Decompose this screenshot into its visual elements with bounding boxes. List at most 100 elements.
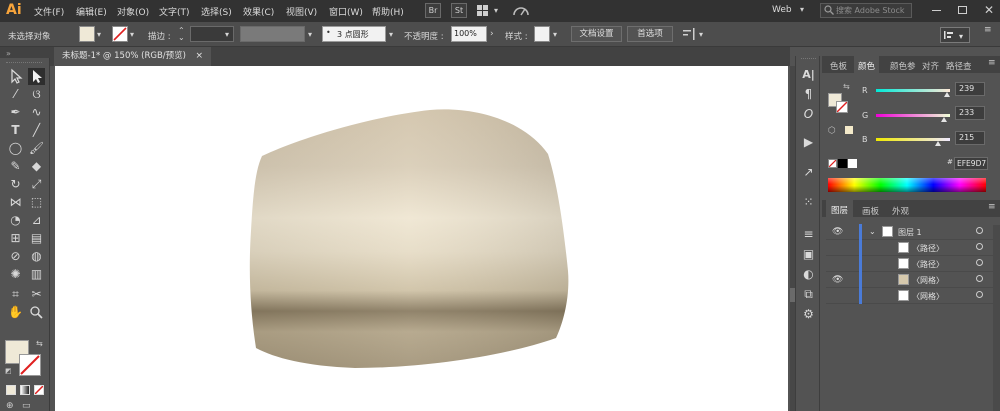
arrange-dropdown-icon[interactable]: ▾ [494, 6, 498, 15]
slider-g-thumb[interactable] [941, 117, 947, 122]
layer-name[interactable]: 图层 1 [898, 227, 922, 238]
opacity-input[interactable]: 100% [451, 26, 487, 42]
eraser-tool-icon[interactable]: ◆ [28, 158, 45, 175]
quick-actions-dropdown-icon[interactable]: ▾ [699, 30, 703, 39]
item-name[interactable]: 〈网格〉 [912, 291, 944, 302]
color-panel-menu-icon[interactable]: ≡ [988, 58, 996, 68]
menu-object[interactable]: 对象(O) [117, 5, 149, 18]
item-name[interactable]: 〈路径〉 [912, 243, 944, 254]
drawing-mode-icon[interactable]: ⊕ [6, 401, 14, 411]
document-setup-button[interactable]: 文档设置 [571, 26, 622, 42]
none-mode-button[interactable] [34, 385, 44, 395]
stock-button[interactable]: St [451, 3, 467, 18]
symbols-panel-icon[interactable]: ⁙ [800, 194, 817, 211]
scale-tool-icon[interactable]: ⤢ [28, 176, 45, 193]
swap-fill-stroke-icon[interactable]: ⇆ [843, 82, 850, 91]
free-transform-tool-icon[interactable]: ⬚ [28, 194, 45, 211]
rotate-tool-icon[interactable]: ↻ [7, 176, 24, 193]
menu-effect[interactable]: 效果(C) [243, 5, 274, 18]
in-gamut-swatch[interactable] [845, 126, 853, 134]
stroke-weight-dropdown-icon[interactable]: ▾ [225, 30, 229, 39]
gpu-performance-icon[interactable] [512, 3, 530, 18]
minimize-icon[interactable] [932, 10, 941, 11]
hex-input[interactable]: EFE9D7 [954, 157, 988, 170]
perspective-grid-tool-icon[interactable]: ⊿ [28, 212, 45, 229]
fill-swatch[interactable] [79, 26, 95, 42]
item-name[interactable]: 〈网格〉 [912, 275, 944, 286]
item-target-icon[interactable] [976, 275, 983, 282]
menu-window[interactable]: 窗口(W) [329, 5, 363, 18]
slider-b-thumb[interactable] [935, 141, 941, 146]
white-swatch[interactable] [848, 159, 857, 168]
tab-color[interactable]: 颜色 [854, 56, 880, 73]
tab-layers[interactable]: 图层 [826, 200, 854, 217]
menu-file[interactable]: 文件(F) [34, 5, 64, 18]
ellipse-tool-icon[interactable]: ◯ [7, 140, 24, 157]
visibility-eye-icon[interactable]: 👁 [832, 275, 843, 285]
stroke-panel-icon[interactable]: ≡ [800, 226, 817, 243]
shaper-tool-icon[interactable]: ✎ [7, 158, 24, 175]
pen-tool-icon[interactable]: ✒ [7, 104, 24, 121]
layer-row-mesh-2[interactable]: 〈网格〉 [826, 288, 998, 304]
channel-g-value[interactable]: 233 [955, 106, 985, 120]
column-graph-tool-icon[interactable]: ▥ [28, 266, 45, 283]
color-stroke-indicator[interactable] [836, 101, 848, 113]
transparency-panel-icon[interactable]: ◐ [800, 266, 817, 283]
dock-grip[interactable] [801, 58, 816, 60]
shape-builder-tool-icon[interactable]: ◔ [7, 212, 24, 229]
symbol-sprayer-tool-icon[interactable]: ✺ [7, 266, 24, 283]
item-target-icon[interactable] [976, 243, 983, 250]
layers-scrollbar[interactable] [993, 225, 1000, 411]
black-swatch[interactable] [838, 159, 847, 168]
stroke-dropdown-icon[interactable]: ▾ [130, 30, 134, 39]
hand-tool-icon[interactable]: ✋ [7, 304, 24, 321]
channel-r-value[interactable]: 239 [955, 82, 985, 96]
document-tab[interactable]: 未标题-1* @ 150% (RGB/预览) × [54, 47, 211, 66]
opacity-arrow-icon[interactable]: › [490, 29, 494, 39]
layer-row-path-2[interactable]: 〈路径〉 [826, 256, 998, 272]
export-panel-icon[interactable]: ↗ [800, 164, 817, 181]
curvature-tool-icon[interactable]: ∿ [28, 104, 45, 121]
screen-mode-icon[interactable]: ▭ [22, 401, 31, 411]
type-tool-icon[interactable]: T [7, 122, 24, 139]
stroke-swatch[interactable] [112, 26, 128, 42]
tab-pathfinder[interactable]: 路径查 [946, 60, 972, 72]
stroke-weight-stepper[interactable]: ⌃ ⌄ [178, 27, 185, 42]
tab-align[interactable]: 对齐 [922, 60, 939, 72]
tab-color-guide[interactable]: 颜色参 [890, 60, 916, 72]
style-dropdown-icon[interactable]: ▾ [553, 30, 557, 39]
menu-type[interactable]: 文字(T) [159, 5, 190, 18]
color-mode-button[interactable] [6, 385, 16, 395]
slider-r-track[interactable] [876, 89, 950, 92]
item-target-icon[interactable] [976, 291, 983, 298]
arrange-documents-icon[interactable] [477, 5, 489, 16]
align-panel-toggle[interactable]: ▾ [940, 27, 970, 43]
tab-artboards[interactable]: 画板 [862, 205, 879, 217]
eyedropper-tool-icon[interactable]: ⊘ [7, 248, 24, 265]
none-color-swatch[interactable] [828, 159, 837, 168]
expand-layer-icon[interactable]: ⌄ [869, 227, 876, 236]
paintbrush-tool-icon[interactable]: 🖌 [28, 140, 45, 157]
panel-menu-icon[interactable]: ≡ [984, 26, 992, 35]
actions-panel-icon[interactable]: ▶ [800, 134, 817, 151]
workspace-dropdown-icon[interactable]: ▾ [800, 5, 804, 14]
layers-panel-menu-icon[interactable]: ≡ [988, 202, 996, 212]
lasso-tool-icon[interactable]: ଓ [28, 86, 45, 103]
default-colors-icon[interactable]: ◩ [5, 367, 12, 375]
stroke-color-box[interactable] [19, 354, 41, 376]
fill-dropdown-icon[interactable]: ▾ [97, 30, 101, 39]
opacity-label[interactable]: 不透明度 : [404, 30, 444, 42]
toolbar-grip[interactable] [6, 62, 42, 64]
links-panel-icon[interactable]: ⧉ [800, 286, 817, 303]
canvas-vertical-scrollbar[interactable] [790, 66, 795, 411]
swap-colors-icon[interactable]: ⇆ [36, 339, 43, 348]
scrollbar-thumb[interactable] [790, 288, 795, 302]
layer-row-main[interactable]: 👁 ⌄ 图层 1 [826, 224, 998, 240]
item-target-icon[interactable] [976, 259, 983, 266]
close-tab-icon[interactable]: × [195, 47, 203, 66]
out-of-gamut-icon[interactable]: ⬡ [828, 126, 836, 136]
slice-tool-icon[interactable]: ✂ [28, 286, 45, 303]
menu-edit[interactable]: 编辑(E) [76, 5, 107, 18]
maximize-icon[interactable] [958, 6, 967, 14]
graphic-style-swatch[interactable] [534, 26, 550, 42]
